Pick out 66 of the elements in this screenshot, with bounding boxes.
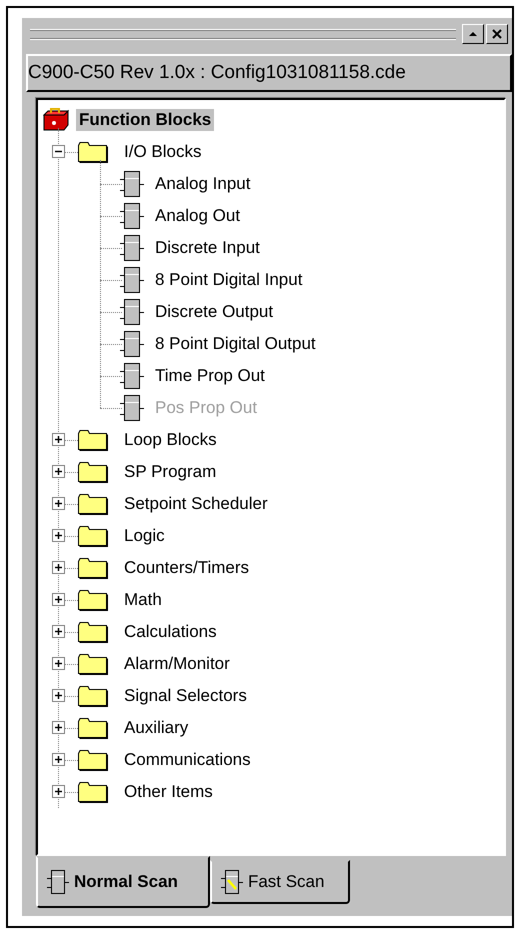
block-icon <box>118 298 146 326</box>
folder-icon <box>77 652 109 676</box>
expand-icon[interactable] <box>52 497 65 510</box>
block-icon <box>118 266 146 294</box>
folder-label[interactable]: I/O Blocks <box>121 140 204 163</box>
folder-icon <box>77 780 109 804</box>
folder-label[interactable]: Communications <box>121 748 254 771</box>
block-label[interactable]: Discrete Input <box>152 236 263 259</box>
folder-icon <box>77 428 109 452</box>
collapse-icon[interactable] <box>52 145 65 158</box>
folder-label[interactable]: Math <box>121 588 165 611</box>
expand-icon[interactable] <box>52 465 65 478</box>
expand-icon[interactable] <box>52 753 65 766</box>
folder-label[interactable]: Alarm/Monitor <box>121 652 233 675</box>
scan-tab[interactable]: Normal Scan <box>36 856 210 908</box>
block-icon <box>118 394 146 422</box>
expand-icon[interactable] <box>52 529 65 542</box>
folder-icon <box>77 556 109 580</box>
expand-icon[interactable] <box>52 721 65 734</box>
folder-icon <box>77 620 109 644</box>
folder-icon <box>77 684 109 708</box>
grip-bar[interactable] <box>30 28 456 39</box>
block-icon <box>118 330 146 358</box>
block-icon <box>118 170 146 198</box>
folder-icon <box>77 716 109 740</box>
fast-block-icon <box>220 869 244 896</box>
block-icon <box>118 234 146 262</box>
folder-label[interactable]: Setpoint Scheduler <box>121 492 271 515</box>
folder-icon <box>77 140 109 164</box>
folder-label[interactable]: Auxiliary <box>121 716 192 739</box>
expand-icon[interactable] <box>52 625 65 638</box>
block-icon <box>46 869 70 896</box>
header-button[interactable]: C900-C50 Rev 1.0x : Config1031081158.cde <box>26 54 512 92</box>
expand-icon[interactable] <box>52 657 65 670</box>
folder-label[interactable]: SP Program <box>121 460 220 483</box>
folder-label[interactable]: Calculations <box>121 620 220 643</box>
folder-label[interactable]: Counters/Timers <box>121 556 252 579</box>
up-triangle-icon <box>468 30 478 38</box>
block-label[interactable]: 8 Point Digital Input <box>152 268 306 291</box>
block-label[interactable]: Analog Input <box>152 172 254 195</box>
block-label[interactable]: Discrete Output <box>152 300 276 323</box>
tree-root-label[interactable]: Function Blocks <box>76 108 214 131</box>
block-icon <box>118 202 146 230</box>
close-icon <box>492 28 502 39</box>
folder-icon <box>77 492 109 516</box>
folder-label[interactable]: Loop Blocks <box>121 428 220 451</box>
expand-icon[interactable] <box>52 561 65 574</box>
expand-icon[interactable] <box>52 433 65 446</box>
folder-icon <box>77 748 109 772</box>
folder-label[interactable]: Other Items <box>121 780 216 803</box>
expand-icon[interactable] <box>52 785 65 798</box>
block-label[interactable]: Time Prop Out <box>152 364 268 387</box>
folder-icon <box>77 524 109 548</box>
scan-tab[interactable]: Fast Scan <box>210 860 350 904</box>
folder-icon <box>77 588 109 612</box>
folder-label[interactable]: Signal Selectors <box>121 684 250 707</box>
toolbox-icon <box>40 106 70 133</box>
close-button[interactable] <box>486 24 508 44</box>
maximize-button[interactable] <box>462 24 484 44</box>
block-label[interactable]: 8 Point Digital Output <box>152 332 319 355</box>
block-label[interactable]: Analog Out <box>152 204 244 227</box>
expand-icon[interactable] <box>52 689 65 702</box>
folder-icon <box>77 460 109 484</box>
block-icon <box>118 362 146 390</box>
folder-label[interactable]: Logic <box>121 524 168 547</box>
expand-icon[interactable] <box>52 593 65 606</box>
